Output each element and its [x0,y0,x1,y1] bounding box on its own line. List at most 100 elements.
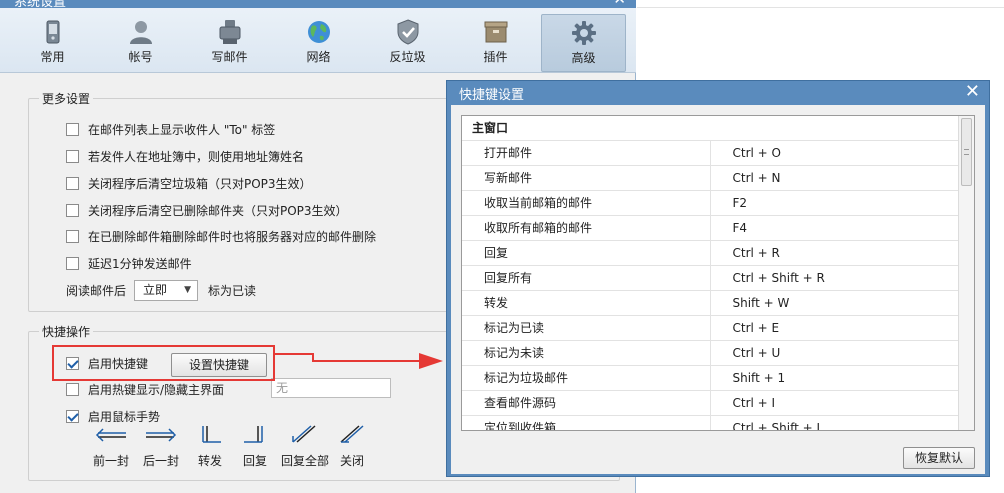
tab-label: 反垃圾 [389,50,426,64]
tab-advanced[interactable]: 高级 [541,14,626,72]
checkbox[interactable] [66,149,79,163]
shortcut-row[interactable]: 定位到收件箱 Ctrl + Shift + I [462,415,958,430]
shortcut-keys[interactable]: Ctrl + Shift + I [710,415,958,430]
shortcut-keys[interactable]: Ctrl + U [710,340,958,366]
arrow-right-gesture-icon [146,428,177,442]
checkbox[interactable] [66,382,79,396]
shortcut-keys[interactable]: Ctrl + R [710,240,958,266]
phone-icon [46,20,59,44]
option-use-addressbook-name[interactable]: 若发件人在地址簿中，则使用地址簿姓名 [66,148,304,164]
shortcut-row[interactable]: 收取所有邮箱的邮件 F4 [462,215,958,241]
gesture-label: 前一封 [92,454,129,468]
shortcut-action: 收取当前邮箱的邮件 [462,190,711,216]
box-icon [484,21,507,43]
option-delete-on-server[interactable]: 在已删除邮件箱删除邮件时也将服务器对应的邮件删除 [66,228,376,244]
checkbox[interactable] [66,122,79,136]
diagonal-down-gesture-icon [340,425,364,443]
checkbox[interactable] [66,203,79,217]
shortcut-row[interactable]: 打开邮件 Ctrl + O [462,140,958,166]
shortcut-row[interactable]: 写新邮件 Ctrl + N [462,165,958,191]
checkbox[interactable] [66,176,79,190]
tab-label: 常用 [40,50,65,64]
shortcut-keys[interactable]: Ctrl + I [710,390,958,416]
restore-default-button[interactable]: 恢复默认 [903,447,975,469]
option-hotkey-toggle[interactable]: 启用热键显示/隐藏主界面 [66,381,224,397]
shortcut-keys[interactable]: F4 [710,215,958,241]
checkbox-checked[interactable] [66,409,79,423]
arrow-left-gesture-icon [95,428,126,442]
shield-icon [397,19,418,45]
grip-icon [964,149,969,155]
shortcut-action: 回复所有 [462,265,711,291]
shortcut-keys[interactable]: Ctrl + E [710,315,958,341]
option-label: 在邮件列表上显示收件人 "To" 标签 [88,122,276,137]
read-mail-suffix: 标为已读 [208,283,257,298]
option-empty-deleted-on-close[interactable]: 关闭程序后清空已删除邮件夹（只对POP3生效） [66,202,348,218]
shortcut-keys[interactable]: Shift + 1 [710,365,958,391]
settings-title: 系统设置 [14,0,67,8]
shortcut-keys[interactable]: F2 [710,190,958,216]
gesture-previous: 前一封 [88,424,134,469]
shortcut-row[interactable]: 收取当前邮箱的邮件 F2 [462,190,958,216]
dialog-body: 主窗口 打开邮件 Ctrl + O 写新邮件 Ctrl + N 收取当前邮箱的邮件 F2 收… [451,105,985,474]
scrollbar-thumb[interactable] [961,118,972,186]
option-show-to-label[interactable]: 在邮件列表上显示收件人 "To" 标签 [66,121,275,137]
dialog-close-button[interactable]: ✕ [965,82,980,102]
shortcut-row[interactable]: 查看邮件源码 Ctrl + I [462,390,958,416]
shortcut-row[interactable]: 转发 Shift + W [462,290,958,316]
read-mail-select-value: 立即 [143,282,168,297]
tab-plugins[interactable]: 插件 [453,14,538,72]
dialog-title: 快捷键设置 [459,88,525,103]
tab-network[interactable]: 网络 [276,14,361,72]
shortcut-keys[interactable]: Ctrl + Shift + R [710,265,958,291]
section-header: 主窗口 [462,116,958,141]
gesture-reply-all: 回复全部 [281,424,330,469]
shortcut-keys[interactable]: Shift + W [710,290,958,316]
annotation-arrow [275,353,443,369]
vertical-scrollbar[interactable] [958,116,974,430]
gesture-label: 关闭 [339,454,364,468]
option-delay-send[interactable]: 延迟1分钟发送邮件 [66,255,192,271]
tab-antispam[interactable]: 反垃圾 [365,14,450,72]
annotation-highlight-box [52,345,275,381]
option-empty-junk-on-close[interactable]: 关闭程序后清空垃圾箱（只对POP3生效） [66,175,312,191]
chevron-down-icon: ▼ [184,284,192,295]
shortcut-row[interactable]: 回复所有 Ctrl + Shift + R [462,265,958,291]
gesture-label: 后一封 [142,454,179,468]
more-settings-title: 更多设置 [39,90,94,107]
shortcut-keys[interactable]: Ctrl + O [710,140,958,166]
shortcut-table-container[interactable]: 主窗口 打开邮件 Ctrl + O 写新邮件 Ctrl + N 收取当前邮箱的邮件 F2 收… [461,115,975,431]
shortcut-keys[interactable]: Ctrl + N [710,165,958,191]
tab-account[interactable]: 帐号 [98,14,183,72]
checkbox[interactable] [66,229,79,243]
shortcut-row[interactable]: 标记为垃圾邮件 Shift + 1 [462,365,958,391]
gesture-label: 回复全部 [281,454,330,468]
down-left-gesture-icon [244,426,263,443]
gesture-label: 回复 [242,454,267,468]
shortcut-action: 回复 [462,240,711,266]
gesture-next: 后一封 [138,424,184,469]
tab-label: 网络 [306,50,331,64]
shortcut-settings-dialog: 快捷键设置 ✕ 主窗口 打开邮件 Ctrl + O 写新邮件 Ctrl + N 收取当前… [446,80,990,477]
shortcut-action: 收取所有邮箱的邮件 [462,215,711,241]
read-mail-select[interactable]: 立即 ▼ [134,279,199,301]
shortcut-row[interactable]: 回复 Ctrl + R [462,240,958,266]
gesture-reply: 回复 [232,424,278,469]
hotkey-input[interactable]: 无 [271,378,391,398]
option-mouse-gesture[interactable]: 启用鼠标手势 [66,408,160,424]
diagonal-up-gesture-icon [292,425,316,443]
settings-titlebar: 系统设置 ✕ [0,0,636,8]
shortcut-action: 写新邮件 [462,165,711,191]
option-label: 在已删除邮件箱删除邮件时也将服务器对应的邮件删除 [88,229,377,244]
option-label: 延迟1分钟发送邮件 [88,256,192,271]
shortcut-action: 标记为未读 [462,340,711,366]
tab-general[interactable]: 常用 [10,14,95,72]
tab-compose[interactable]: 写邮件 [187,14,272,72]
shortcut-row[interactable]: 标记为已读 Ctrl + E [462,315,958,341]
tab-label: 帐号 [128,50,153,64]
checkbox[interactable] [66,256,79,270]
shortcut-row[interactable]: 标记为未读 Ctrl + U [462,340,958,366]
person-icon [129,21,152,44]
globe-icon [307,21,330,43]
settings-close-button[interactable]: ✕ [613,0,626,7]
